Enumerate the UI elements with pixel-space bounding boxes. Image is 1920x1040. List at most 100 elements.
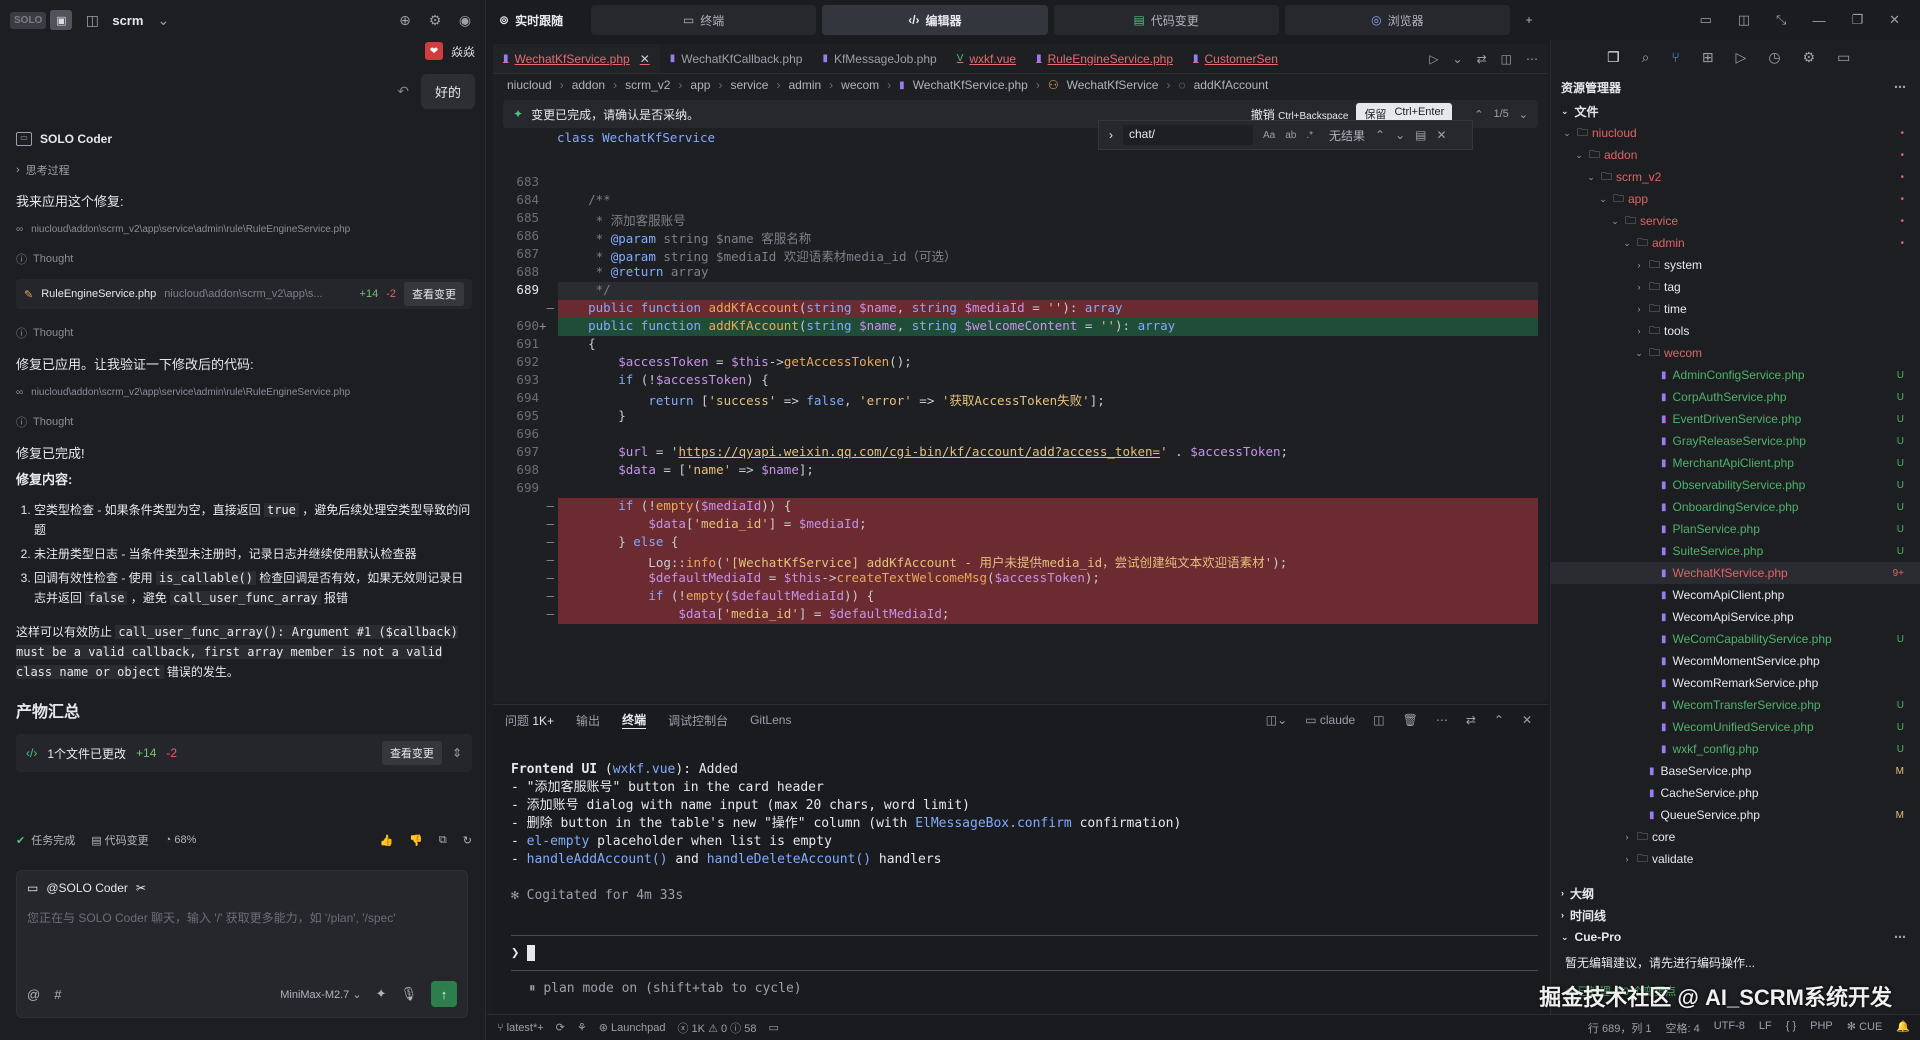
tree-file[interactable]: ▮ BaseService.php M [1551, 760, 1920, 782]
tree-file[interactable]: ▮ ObservabilityService.php U [1551, 474, 1920, 496]
code-lines[interactable]: 683 684 /** 685 * 添加客服账号 686 * @param strin… [493, 174, 1538, 720]
gear-icon[interactable]: ⚙ [1803, 49, 1816, 66]
code-line[interactable]: 699 [493, 480, 1538, 498]
file-tab-customersen[interactable]: ▮ CustomerSen [1183, 44, 1288, 73]
view-changes-button[interactable]: 查看变更 [404, 282, 464, 306]
tree-folder[interactable]: › 🗀 validate [1551, 848, 1920, 870]
minimize-button[interactable]: — [1812, 13, 1825, 28]
thought-marker[interactable]: ⓘ Thought [16, 414, 472, 430]
breadcrumb-item[interactable]: WechatKfService.php [913, 78, 1028, 92]
code-line[interactable]: 684 /** [493, 192, 1538, 210]
code-line[interactable]: — $data['media_id'] = $defaultMediaId; [493, 606, 1538, 624]
tree-file[interactable]: ▮ MerchantApiClient.php U [1551, 452, 1920, 474]
close-icon[interactable]: ✕ [1522, 713, 1532, 727]
files-icon[interactable]: ❐ [1607, 49, 1620, 66]
find-input[interactable]: chat/ [1123, 125, 1253, 145]
tree-file[interactable]: ▮ PlanService.php U [1551, 518, 1920, 540]
tree-folder[interactable]: › 🗀 tools [1551, 320, 1920, 342]
tab-code-changes[interactable]: ▤ 代码变更 [1053, 5, 1279, 35]
add-tab-button[interactable]: + [1516, 5, 1542, 35]
code-line[interactable]: 691 { [493, 336, 1538, 354]
account-icon[interactable]: ◉ [455, 12, 475, 29]
eol[interactable]: LF [1759, 1020, 1772, 1036]
thought-marker[interactable]: ⓘ Thought [16, 251, 472, 267]
chevron-down-icon[interactable]: ⌄ [153, 12, 173, 29]
encoding[interactable]: UTF-8 [1714, 1020, 1745, 1036]
tab-browser[interactable]: ◎ 浏览器 [1284, 5, 1510, 35]
file-reference[interactable]: ∞ niucloud\addon\scrm_v2\app\service\adm… [16, 387, 472, 398]
breadcrumb-item[interactable]: wecom [841, 78, 879, 92]
tree-file[interactable]: ▮ CacheService.php [1551, 782, 1920, 804]
code-line[interactable]: — Log::info('[WechatKfService] addKfAcco… [493, 552, 1538, 570]
code-line[interactable]: — $defaultMediaId = $this->createTextWel… [493, 570, 1538, 588]
chevron-down-icon[interactable]: ⌄ [1453, 52, 1463, 66]
file-change-card[interactable]: ✎ RuleEngineService.php niucloud\addon\s… [16, 279, 472, 309]
tab-output[interactable]: 输出 [576, 712, 600, 729]
tree-folder[interactable]: ⌄ 🗀 addon • [1551, 144, 1920, 166]
tab-debug-console[interactable]: 调试控制台 [668, 712, 728, 729]
code-line[interactable]: — } else { [493, 534, 1538, 552]
split-terminal-icon[interactable]: ◫⌄ [1266, 713, 1287, 727]
tree-file[interactable]: ▮ WeComCapabilityService.php U [1551, 628, 1920, 650]
code-line[interactable]: — if (!empty($mediaId)) { [493, 498, 1538, 516]
file-reference[interactable]: ∞ niucloud\addon\scrm_v2\app\service\adm… [16, 224, 472, 235]
sparkle-icon[interactable]: ✦ [376, 986, 387, 1002]
panel-icon[interactable]: ▣ [50, 10, 73, 30]
bell-icon[interactable]: 🔔 [1896, 1020, 1910, 1036]
code-line[interactable]: — public function addKfAccount(string $n… [493, 300, 1538, 318]
summary-card[interactable]: ‹/› 1个文件已更改 +14 -2 查看变更 ⇕ [16, 734, 472, 772]
thumbs-up-icon[interactable]: 👍 [380, 834, 394, 847]
tab-editor[interactable]: ‹/› 编辑器 [822, 5, 1048, 35]
code-line[interactable]: 690 + public function addKfAccount(string… [493, 318, 1538, 336]
code-line[interactable]: 697 $url = 'https://qyapi.weixin.qq.com/… [493, 444, 1538, 462]
tree-file[interactable]: ▮ WecomApiService.php [1551, 606, 1920, 628]
file-tab-kfmessagejob[interactable]: ▮ KfMessageJob.php [812, 44, 946, 73]
terminal-output[interactable]: Frontend UI (wxkf.vue): Added - "添加客服账号" … [493, 735, 1548, 949]
close-button[interactable]: ✕ [1889, 12, 1900, 28]
tab-terminal-panel[interactable]: 终端 [622, 711, 647, 729]
tree-file[interactable]: ▮ GrayReleaseService.php U [1551, 430, 1920, 452]
file-tab-wechatkfservice[interactable]: ▮ WechatKfService.php ✕ [493, 44, 660, 73]
more-icon[interactable]: ⋯ [1894, 930, 1906, 944]
file-tab-ruleengine[interactable]: ▮ RuleEngineService.php [1026, 44, 1183, 73]
code-line[interactable]: — if (!empty($defaultMediaId)) { [493, 588, 1538, 606]
more-icon[interactable]: ⋯ [1894, 80, 1906, 94]
file-tab-wechatkfcallback[interactable]: ▮ WechatKfCallback.php [660, 44, 813, 73]
tree-file[interactable]: ▮ WecomApiClient.php [1551, 584, 1920, 606]
hash-icon[interactable]: # [54, 987, 61, 1002]
split-editor-icon[interactable]: ◫ [1501, 52, 1512, 66]
tree-folder[interactable]: › 🗀 time [1551, 298, 1920, 320]
mic-icon[interactable]: 🎙 [400, 986, 417, 1002]
code-line[interactable]: 692 $accessToken = $this->getAccessToken… [493, 354, 1538, 372]
tree-file[interactable]: ▮ WecomMomentService.php [1551, 650, 1920, 672]
tree-file[interactable]: ▮ WechatKfService.php 9+ [1551, 562, 1920, 584]
cursor-position[interactable]: 行 689，列 1 [1588, 1020, 1652, 1036]
sync-icon[interactable]: ⇄ [1466, 713, 1476, 727]
sidebar-toggle-icon[interactable]: ◫ [82, 12, 102, 29]
breadcrumb-item[interactable]: addon [572, 78, 605, 92]
gear-icon[interactable]: ⚙ [425, 12, 445, 29]
send-button[interactable]: ↑ [431, 981, 457, 1007]
timeline-section-header[interactable]: › 时间线 [1551, 904, 1920, 926]
outline-section-header[interactable]: › 大纲 [1551, 882, 1920, 904]
split-icon[interactable]: ◫ [1738, 12, 1750, 28]
chevron-up-icon[interactable]: ⌃ [1474, 108, 1483, 121]
code-line[interactable]: 689 */ [493, 282, 1538, 300]
at-icon[interactable]: @ [27, 987, 40, 1002]
code-line[interactable]: — $data['media_id'] = $mediaId; [493, 516, 1538, 534]
code-line[interactable]: 688 * @return array [493, 264, 1538, 282]
tree-folder[interactable]: ⌄ 🗀 niucloud • [1551, 122, 1920, 144]
chevron-down-icon[interactable]: ⌄ [1519, 108, 1528, 121]
braces-indicator[interactable]: { } [1786, 1020, 1796, 1036]
split-icon[interactable]: ◫ [1373, 713, 1384, 727]
extensions-icon[interactable]: ⊞ [1702, 49, 1714, 66]
files-section-header[interactable]: ⌄ 文件 [1551, 100, 1920, 122]
tree-file[interactable]: ▮ QueueService.php M [1551, 804, 1920, 826]
code-line[interactable]: 687 * @param string $mediaId 欢迎语素材media_… [493, 246, 1538, 264]
tree-folder[interactable]: ⌄ 🗀 app • [1551, 188, 1920, 210]
match-case-icon[interactable]: Aa [1263, 130, 1275, 141]
expand-icon[interactable]: ⇕ [452, 746, 462, 760]
language-mode[interactable]: PHP [1810, 1020, 1833, 1036]
thought-marker[interactable]: ⓘ Thought [16, 325, 472, 341]
tab-gitlens[interactable]: GitLens [750, 713, 791, 727]
